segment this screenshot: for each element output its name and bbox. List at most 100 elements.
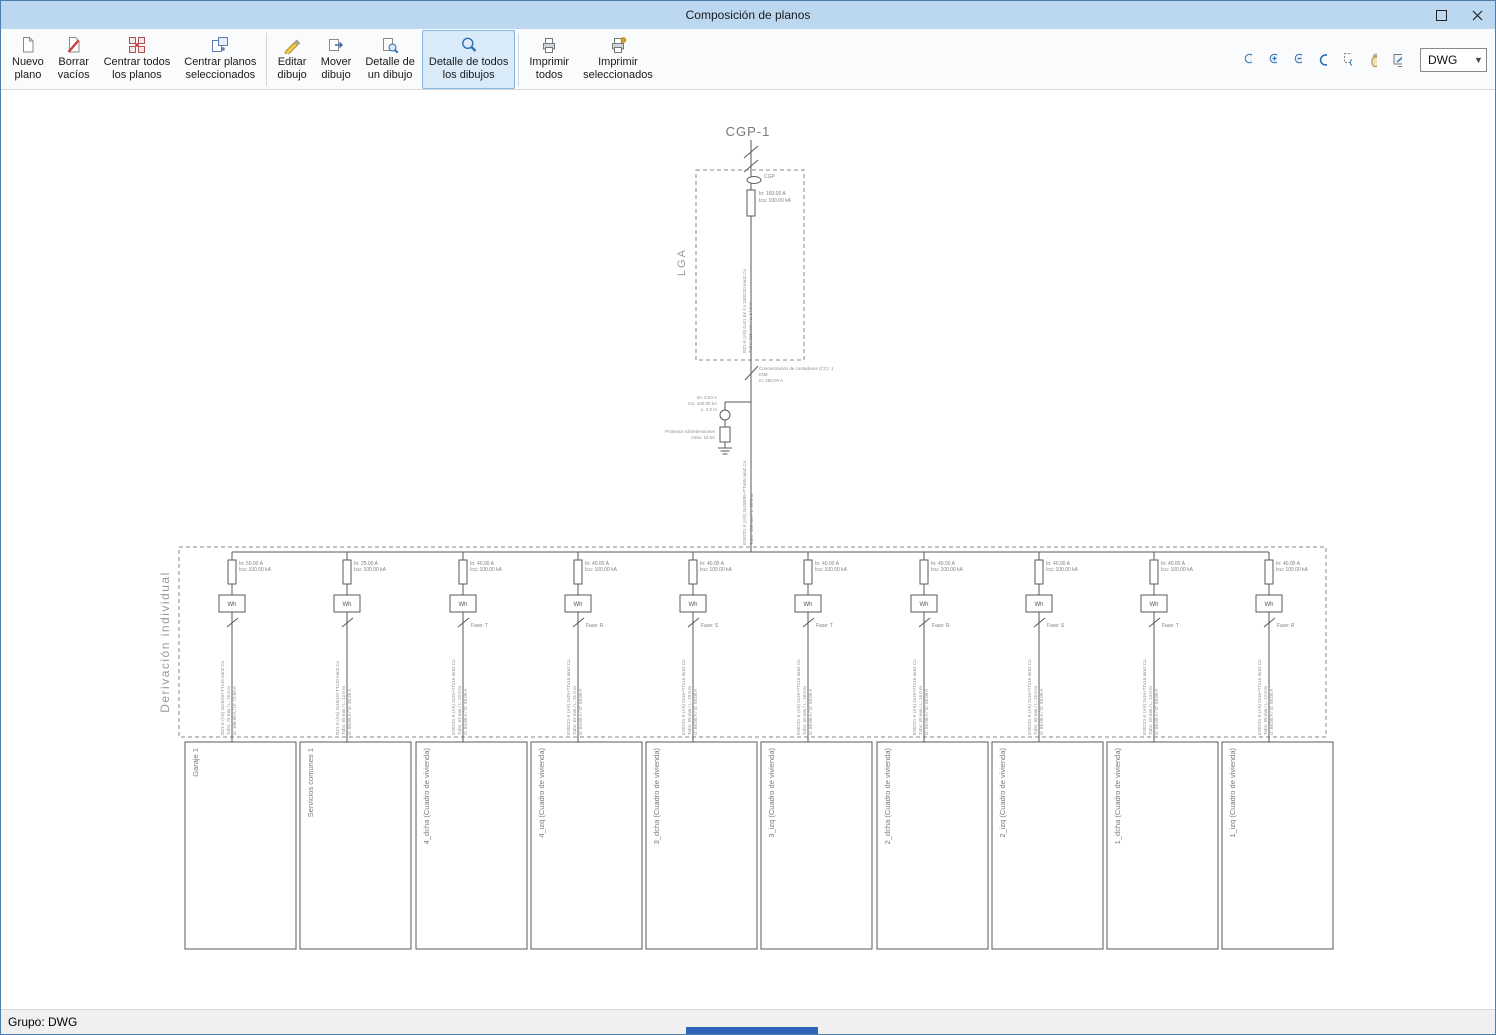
plano-box[interactable] [184,741,297,950]
status-group-label: Grupo: DWG [8,1015,78,1029]
format-selector-value: DWG [1428,52,1458,67]
pan-button[interactable] [1360,48,1384,72]
close-icon [1472,10,1482,20]
print-all-label: Imprimir todos [529,56,570,81]
plano-label: 3_izq (Cuadro de vivienda) [767,748,776,838]
svg-text:Icu: 100.00 kA: Icu: 100.00 kA [1046,567,1079,573]
di-branch: In: 40.00 A Icu: 100.00 kA Wh Fase: S ES… [679,552,733,742]
zoom-window-button[interactable] [1235,48,1259,72]
di-branch: In: 40.00 A Icu: 100.00 kA Wh Fase: T ES… [1140,552,1194,742]
title-bar: Composición de planos [1,1,1495,29]
svg-text:Wh: Wh [574,602,583,608]
svg-text:ES07Z1-K (AS) 2x16+TTx16 mm2 C: ES07Z1-K (AS) 2x16+TTx16 mm2 Cu [796,659,801,735]
close-button[interactable] [1459,1,1495,29]
plano-box[interactable] [1221,741,1334,950]
svg-text:Iz: 84.00 A / I2: 58.00 A: Iz: 84.00 A / I2: 58.00 A [578,689,583,735]
svg-text:Icu: 100.00 kA: Icu: 100.00 kA [1276,567,1309,573]
zoom-in-icon [1269,53,1277,63]
svg-text:ES07Z1-K (AS) 2x25+TTx16 mm2 C: ES07Z1-K (AS) 2x25+TTx16 mm2 Cu [451,659,456,735]
move-drawing-label: Mover dibujo [320,56,352,81]
detail-one-drawing-label: Detalle de un dibujo [365,56,415,81]
svg-text:Fase: T: Fase: T [816,623,833,629]
plano-box[interactable] [415,741,528,950]
plano-label: 3_dcha (Cuadro de vivienda) [652,748,661,845]
svg-text:Wh: Wh [343,602,352,608]
svg-text:Tubo: 50 mm / L: 16.0 m: Tubo: 50 mm / L: 16.0 m [918,686,923,735]
plano-label: Servicios comunes 1 [306,748,315,817]
maximize-icon [1435,9,1447,21]
svg-text:Wh: Wh [804,602,813,608]
di-branch: In: 40.00 A Icu: 100.00 kA Wh Fase: S ES… [1025,552,1079,742]
plano-box[interactable] [299,741,412,950]
svg-text:Fase: R: Fase: R [932,623,950,629]
delete-empty-label: Borrar vacíos [57,56,90,81]
svg-text:Tubo: 50 mm / L: 13.0 m: Tubo: 50 mm / L: 13.0 m [1148,686,1153,735]
redraw-icon [1319,53,1327,66]
di-branch: In: 40.00 A Icu: 100.00 kA Wh Fase: T ES… [794,552,848,742]
center-selected-plans-label: Centrar planos seleccionados [184,56,257,81]
format-selector[interactable]: DWG ▼ [1420,47,1487,72]
cgp-fuse-symbol [746,176,762,184]
window-controls [1423,1,1495,29]
svg-text:Wh: Wh [1150,602,1159,608]
print-selected-label: Imprimir seleccionados [583,56,653,81]
delete-empty-icon [65,35,83,55]
svg-text:Iz: 106.00 A / I2: 72.50 A: Iz: 106.00 A / I2: 72.50 A [232,686,237,735]
move-drawing-button[interactable]: Mover dibujo [314,30,359,89]
maximize-button[interactable] [1423,1,1459,29]
window-title: Composición de planos [685,8,811,22]
print-selected-icon [609,35,627,55]
plano-box[interactable] [530,741,643,950]
plano-box[interactable] [876,741,989,950]
svg-text:ES07Z1-K (AS) 2x16+TTx16 mm2 C: ES07Z1-K (AS) 2x16+TTx16 mm2 Cu [1027,659,1032,735]
svg-text:ES07Z1-K (AS) 2x16+TTx16 mm2 C: ES07Z1-K (AS) 2x16+TTx16 mm2 Cu [1257,659,1262,735]
svg-text:Tubo: 63 mm / L: 21.0 m: Tubo: 63 mm / L: 21.0 m [572,686,577,735]
cc-line1: Concentración de contadores (CC): 1 [759,366,834,371]
svg-text:Fase: T: Fase: T [1162,623,1179,629]
svg-text:Tubo: 50 mm / L: 19.0 m: Tubo: 50 mm / L: 19.0 m [687,686,692,735]
svg-text:Wh: Wh [1035,602,1044,608]
drawing-canvas[interactable]: CGP-1 LGA CGP In: 160.00 A Icu: 100.00 k… [1,90,1495,1009]
pan-hand-icon [1371,53,1377,67]
schematic-canvas: CGP-1 LGA CGP In: 160.00 A Icu: 100.00 k… [158,124,1334,950]
lga-fuse-symbol [746,189,756,217]
zoom-out-button[interactable] [1285,48,1309,72]
svg-text:ES07Z1-K (AS) 2x16+TTx16 mm2 C: ES07Z1-K (AS) 2x16+TTx16 mm2 Cu [681,659,686,735]
print-selected-button[interactable]: Imprimir seleccionados [576,30,660,89]
cgp-label: CGP-1 [726,124,771,139]
meter-line1: Im: 0.63 A [697,395,717,400]
plano-label: 2_dcha (Cuadro de vivienda) [883,748,892,845]
lga-fuse-line1: In: 160.00 A [759,191,786,197]
zoom-in-button[interactable] [1260,48,1284,72]
delete-empty-button[interactable]: Borrar vacíos [51,30,97,89]
detail-all-drawings-button[interactable]: Detalle de todos los dibujos [421,30,516,89]
screen-detail-button[interactable] [1385,48,1409,72]
detail-one-drawing-button[interactable]: Detalle de un dibujo [358,30,422,89]
svg-text:Wh: Wh [689,602,698,608]
svg-text:Iz: 66.00 A / I2: 58.00 A: Iz: 66.00 A / I2: 58.00 A [924,689,929,735]
svg-text:Fase: S: Fase: S [1047,623,1065,629]
zoom-window-icon [1244,53,1252,63]
new-plan-label: Nuevo plano [12,56,44,81]
svg-text:Fase: T: Fase: T [471,623,488,629]
edit-drawing-label: Editar dibujo [277,56,307,81]
svg-text:Icu: 100.00 kA: Icu: 100.00 kA [815,567,848,573]
plano-box[interactable] [760,741,873,950]
svg-text:Fase: R: Fase: R [586,623,604,629]
center-selected-plans-button[interactable]: Centrar planos seleccionados [177,30,263,89]
derivacion-label: Derivación individual [158,571,172,713]
cgp-tag: CGP [764,174,776,180]
new-plan-button[interactable]: Nuevo plano [5,30,51,89]
print-all-button[interactable]: Imprimir todos [522,30,576,89]
toolbar-separator [518,33,520,86]
cc-line3: In: 250.00 A [759,378,783,383]
svg-text:Fase: R: Fase: R [1277,623,1295,629]
center-all-plans-button[interactable]: Centrar todos los planos [97,30,178,89]
svg-text:Wh: Wh [1265,602,1274,608]
plano-box[interactable] [645,741,758,950]
zoom-extents-button[interactable] [1335,48,1359,72]
plano-box[interactable] [991,741,1104,950]
plano-box[interactable] [1106,741,1219,950]
edit-drawing-button[interactable]: Editar dibujo [270,30,313,89]
redraw-button[interactable] [1310,48,1334,72]
